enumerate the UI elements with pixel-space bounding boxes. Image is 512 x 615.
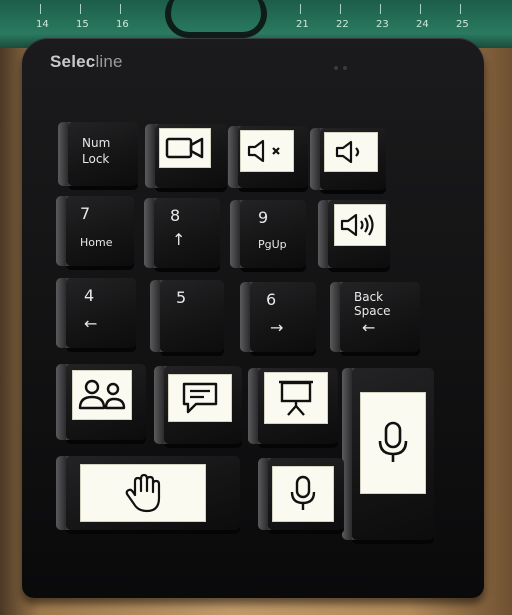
hand-icon xyxy=(80,464,206,522)
key-label: Back xyxy=(354,290,384,304)
raise-hand-key[interactable] xyxy=(56,456,240,530)
left-arrow-icon: ← xyxy=(84,314,98,333)
key-number: 6 xyxy=(266,290,277,309)
speaker-low-icon xyxy=(324,132,378,172)
mic-tall-key[interactable] xyxy=(342,368,434,540)
microphone-icon xyxy=(272,466,334,522)
key-sublabel: Home xyxy=(80,236,113,249)
key-7-home[interactable]: 7 Home xyxy=(56,196,134,266)
left-arrow-icon: ← xyxy=(362,318,376,337)
ruler-mark: 21 xyxy=(296,19,309,30)
speaker-mute-icon xyxy=(240,130,294,172)
right-arrow-icon: → xyxy=(270,318,284,337)
up-arrow-icon: ↑ xyxy=(172,230,186,249)
ruler-mark: 23 xyxy=(376,19,389,30)
key-label: Num xyxy=(82,136,111,150)
microphone-icon xyxy=(360,392,426,494)
ruler-mark: 14 xyxy=(36,19,49,30)
ruler-mark: 25 xyxy=(456,19,469,30)
numlock-key[interactable]: Num Lock xyxy=(58,122,138,186)
backspace-key[interactable]: Back Space ← xyxy=(330,282,420,352)
ruler-mark: 22 xyxy=(336,19,349,30)
volume-down-key[interactable] xyxy=(310,128,386,190)
ruler-mark: 16 xyxy=(116,19,129,30)
ruler-mark: 24 xyxy=(416,19,429,30)
chat-key[interactable] xyxy=(154,366,242,444)
mic-small-key[interactable] xyxy=(258,458,344,530)
volume-up-key[interactable] xyxy=(318,200,390,268)
key-number: 9 xyxy=(258,208,269,227)
key-8-up[interactable]: 8 ↑ xyxy=(144,198,220,268)
key-6-right[interactable]: 6 → xyxy=(240,282,316,352)
key-4-left[interactable]: 4 ← xyxy=(56,278,136,348)
people-icon xyxy=(72,370,132,420)
share-screen-key[interactable] xyxy=(248,368,338,444)
key-5[interactable]: 5 xyxy=(150,280,224,352)
key-label: Space xyxy=(354,304,391,318)
status-led xyxy=(334,66,338,70)
video-key[interactable] xyxy=(145,124,227,188)
speaker-loud-icon xyxy=(334,204,386,246)
brand-logo: Selecline xyxy=(50,52,123,71)
ruler-mark: 15 xyxy=(76,19,89,30)
chat-bubble-icon xyxy=(168,374,232,422)
key-number: 7 xyxy=(80,204,91,223)
key-number: 8 xyxy=(170,206,181,225)
key-number: 5 xyxy=(176,288,187,307)
key-number: 4 xyxy=(84,286,95,305)
status-led xyxy=(343,66,347,70)
participants-key[interactable] xyxy=(56,364,146,440)
key-label: Lock xyxy=(82,152,110,166)
video-camera-icon xyxy=(159,128,211,168)
key-9-pgup[interactable]: 9 PgUp xyxy=(230,200,306,268)
mute-key[interactable] xyxy=(228,126,308,188)
key-sublabel: PgUp xyxy=(258,238,287,251)
presentation-screen-icon xyxy=(264,372,328,424)
